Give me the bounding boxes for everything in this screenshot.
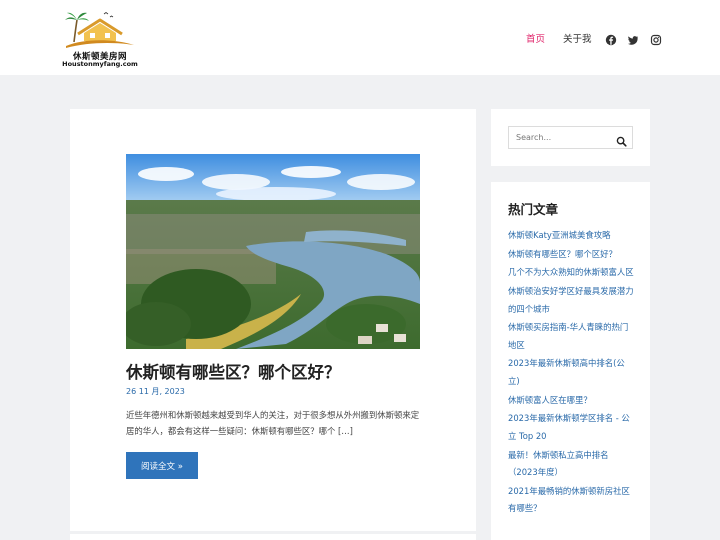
search-icon[interactable] [616, 132, 627, 147]
search-box [508, 126, 633, 149]
next-post-card [70, 534, 476, 540]
popular-post-link[interactable]: 几个不为大众熟知的休斯顿富人区 [508, 264, 636, 282]
house-palm-logo-icon [65, 12, 134, 48]
popular-post-link[interactable]: 休斯顿有哪些区？哪个区好？ [508, 246, 636, 264]
nav-home[interactable]: 首页 [526, 31, 545, 45]
post-card: 休斯顿有哪些区？哪个区好？ 26 11 月, 2023 近些年德州和休斯顿越来越… [70, 109, 476, 531]
read-more-button[interactable]: 阅读全文 » [126, 452, 198, 479]
popular-post-link[interactable]: 休斯顿Katy亚洲城美食攻略 [508, 227, 636, 245]
popular-post-link[interactable]: 休斯顿富人区在哪里？ [508, 392, 636, 410]
search-input[interactable] [509, 127, 609, 148]
popular-post-link[interactable]: 休斯顿买房指南-华人青睐的热门地区 [508, 319, 636, 354]
search-widget [491, 109, 650, 166]
facebook-icon[interactable] [605, 31, 617, 46]
post-date[interactable]: 26 11 月, 2023 [126, 386, 185, 397]
aerial-neighborhood-image [126, 154, 420, 349]
twitter-icon[interactable] [627, 31, 639, 45]
popular-post-link[interactable]: 最新！休斯顿私立高中排名（2023年度） [508, 447, 636, 482]
site-header: 休斯顿美房网 Houstonmyfang.com 首页 关于我 [0, 0, 720, 75]
post-title[interactable]: 休斯顿有哪些区？哪个区好？ [126, 362, 426, 384]
logo-english-text: Houstonmyfang.com [62, 60, 138, 68]
nav-about[interactable]: 关于我 [563, 31, 592, 45]
instagram-icon[interactable] [650, 31, 662, 46]
post-featured-image[interactable] [126, 154, 420, 349]
popular-post-link[interactable]: 2023年最新休斯顿高中排名(公立) [508, 355, 636, 390]
popular-posts-widget: 热门文章 休斯顿Katy亚洲城美食攻略 休斯顿有哪些区？哪个区好？ 几个不为大众… [491, 182, 650, 540]
popular-post-link[interactable]: 2021年最畅销的休斯顿新房社区有哪些？ [508, 483, 636, 518]
main-navigation: 首页 关于我 [526, 30, 610, 46]
post-excerpt: 近些年德州和休斯顿越来越受到华人的关注，对于很多想从外州搬到休斯顿来定居的华人，… [126, 410, 420, 436]
site-logo[interactable]: 休斯顿美房网 Houstonmyfang.com [60, 8, 138, 68]
popular-posts-title: 热门文章 [508, 202, 559, 217]
popular-post-link[interactable]: 休斯顿治安好学区好最具发展潜力的四个城市 [508, 283, 636, 318]
popular-posts-list: 休斯顿Katy亚洲城美食攻略 休斯顿有哪些区？哪个区好？ 几个不为大众熟知的休斯… [508, 227, 636, 519]
popular-post-link[interactable]: 2023年最新休斯顿学区排名 - 公立 Top 20 [508, 410, 636, 445]
